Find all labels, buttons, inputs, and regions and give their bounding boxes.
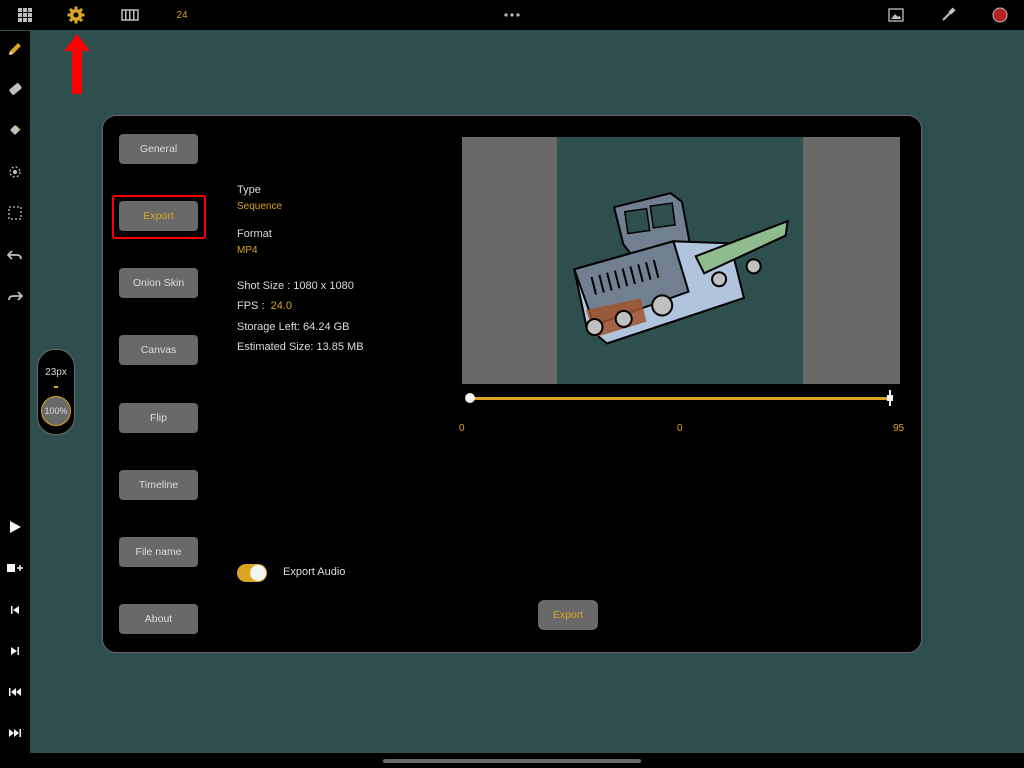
export-button[interactable]: Export [538,600,598,630]
type-label: Type [237,184,261,196]
menu-canvas[interactable]: Canvas [119,335,198,365]
gear-icon[interactable] [65,0,87,30]
fps-label: FPS : [237,300,265,312]
menu-flip[interactable]: Flip [119,403,198,433]
export-audio-toggle[interactable] [237,564,267,582]
left-toolbar [0,31,31,753]
export-preview [462,137,900,384]
fps-value[interactable]: 24.0 [271,300,292,312]
type-value[interactable]: Sequence [237,201,282,212]
selection-icon[interactable] [0,199,30,227]
range-start-handle[interactable] [465,393,475,403]
shot-size-text: Shot Size : 1080 x 1080 [237,280,354,292]
settings-panel: General Export Onion Skin Canvas Flip Ti… [102,115,922,653]
redo-icon[interactable] [0,282,30,310]
range-start-label: 0 [459,423,465,434]
truck-illustration [573,192,789,345]
next-frame-icon[interactable] [0,637,30,665]
add-frame-icon[interactable] [0,554,30,582]
brush-opacity-knob[interactable]: 100% [41,396,71,426]
previous-frame-icon[interactable] [0,596,30,624]
frame-range-slider[interactable] [469,397,891,400]
lasso-icon[interactable] [0,158,30,186]
range-end-label: 95 [893,423,905,434]
menu-general[interactable]: General [119,134,198,164]
menu-about[interactable]: About [119,604,198,634]
play-icon[interactable] [0,513,30,541]
color-swatch-icon[interactable] [989,0,1011,30]
pencil-icon[interactable] [0,35,30,63]
menu-file-name[interactable]: File name [119,537,198,567]
menu-onion-skin[interactable]: Onion Skin [119,268,198,298]
grid-icon[interactable] [14,0,36,30]
format-value[interactable]: MP4 [237,245,258,256]
estimated-size-text: Estimated Size: 13.85 MB [237,341,364,353]
film-strip-icon[interactable] [119,0,141,30]
range-end-handle[interactable] [887,390,893,406]
bottom-bar [0,753,1024,768]
menu-timeline[interactable]: Timeline [119,470,198,500]
brush-size-indicator [54,386,58,388]
image-icon[interactable] [885,0,907,30]
undo-icon[interactable] [0,241,30,269]
format-label: Format [237,228,272,240]
storage-left-text: Storage Left: 64.24 GB [237,321,350,333]
preview-canvas [557,137,803,384]
annotation-highlight-box [112,195,206,239]
home-indicator[interactable] [383,759,641,763]
brush-size-label[interactable]: 23px [38,367,74,378]
last-frame-icon[interactable] [0,719,30,747]
first-frame-icon[interactable] [0,678,30,706]
paint-bucket-icon[interactable] [0,117,30,145]
eraser-icon[interactable] [0,76,30,104]
toggle-knob [250,565,266,581]
export-audio-label: Export Audio [283,566,346,578]
brush-widget[interactable]: 23px 100% [37,349,75,435]
frame-count[interactable]: 24 [172,0,192,30]
range-current-label: 0 [677,423,683,434]
eyedropper-icon[interactable] [937,0,959,30]
top-bar: 24 [0,0,1024,31]
more-dots-icon[interactable] [502,0,522,30]
annotation-arrow-icon [64,34,90,94]
fps-row: FPS : 24.0 [237,300,292,312]
